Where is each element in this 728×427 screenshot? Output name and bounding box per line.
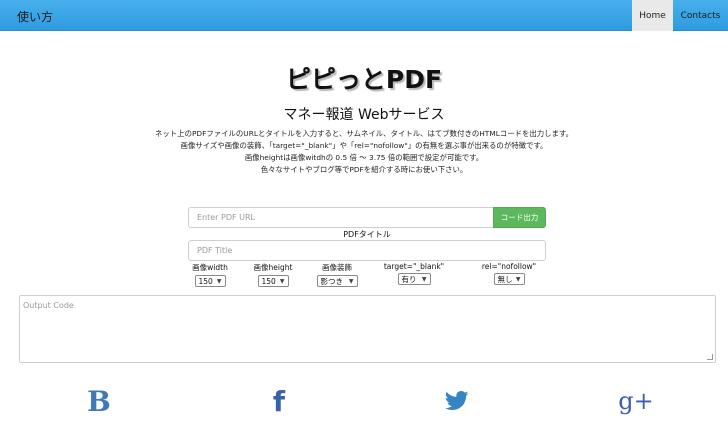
- chevron-down-icon: ▼: [216, 277, 222, 285]
- option-image-decoration: 画像装飾 影つき ▼: [315, 262, 359, 287]
- rel-nofollow-select[interactable]: 無し ▼: [493, 273, 525, 285]
- chevron-down-icon: ▼: [515, 275, 521, 283]
- description-line: 色々なサイトやブログ等でPDFを紹介する時にお使い下さい。: [260, 165, 468, 174]
- google-plus-icon[interactable]: g+: [618, 385, 653, 417]
- chevron-down-icon: ▼: [348, 277, 354, 285]
- chevron-down-icon: ▼: [279, 277, 285, 285]
- output-code-textarea[interactable]: Output Code: [19, 295, 716, 363]
- page-title: ピピっとPDF: [285, 65, 443, 94]
- description-line: ネット上のPDFファイルのURLとタイトルを入力すると、サムネイル、タイトル、は…: [155, 129, 573, 138]
- nav-home[interactable]: Home: [632, 0, 673, 31]
- option-label: 画像装飾: [322, 263, 352, 272]
- option-target-blank: target="_blank" 有り ▼: [380, 262, 448, 285]
- option-label: 画像height: [253, 263, 293, 272]
- chevron-down-icon: ▼: [421, 275, 427, 283]
- output-placeholder: Output Code: [23, 301, 74, 310]
- resize-handle[interactable]: [707, 354, 713, 360]
- target-blank-select[interactable]: 有り ▼: [397, 273, 431, 285]
- pdf-title-label: PDFタイトル: [343, 230, 391, 239]
- select-value: 有り: [401, 274, 417, 284]
- select-value: 150: [198, 276, 213, 286]
- pdf-url-input[interactable]: Enter PDF URL: [188, 207, 493, 228]
- select-value: 影つき: [320, 276, 344, 286]
- option-image-width: 画像width 150 ▼: [188, 262, 232, 287]
- usage-link[interactable]: 使い方: [17, 8, 53, 25]
- nav-contacts[interactable]: Contacts: [673, 0, 728, 31]
- description: ネット上のPDFファイルのURLとタイトルを入力すると、サムネイル、タイトル、は…: [0, 128, 728, 176]
- description-line: 画像heightは画像witdhの 0.5 倍 ～ 3.75 倍の範囲で設定が可…: [244, 153, 484, 162]
- page-subtitle: マネー報道 Webサービス: [283, 107, 445, 123]
- select-value: 150: [261, 276, 276, 286]
- option-label: rel="nofollow": [481, 262, 537, 271]
- option-rel-nofollow: rel="nofollow" 無し ▼: [476, 262, 542, 285]
- facebook-icon[interactable]: f: [266, 385, 292, 418]
- hatena-bookmark-icon[interactable]: B: [84, 385, 114, 418]
- image-decoration-select[interactable]: 影つき ▼: [316, 275, 358, 287]
- option-label: 画像width: [192, 263, 228, 272]
- pdf-title-input[interactable]: PDF Title: [188, 240, 546, 261]
- generate-code-button[interactable]: コード出力: [493, 207, 546, 228]
- select-value: 無し: [497, 274, 513, 284]
- option-label: target="_blank": [383, 262, 445, 271]
- image-height-select[interactable]: 150 ▼: [257, 275, 289, 287]
- twitter-icon[interactable]: [443, 385, 471, 417]
- description-line: 画像サイズや画像の装飾、「target="_blank"」や「rel="nofo…: [180, 141, 548, 150]
- navbar: 使い方 Home Contacts: [0, 0, 728, 31]
- option-image-height: 画像height 150 ▼: [250, 262, 296, 287]
- image-width-select[interactable]: 150 ▼: [194, 275, 226, 287]
